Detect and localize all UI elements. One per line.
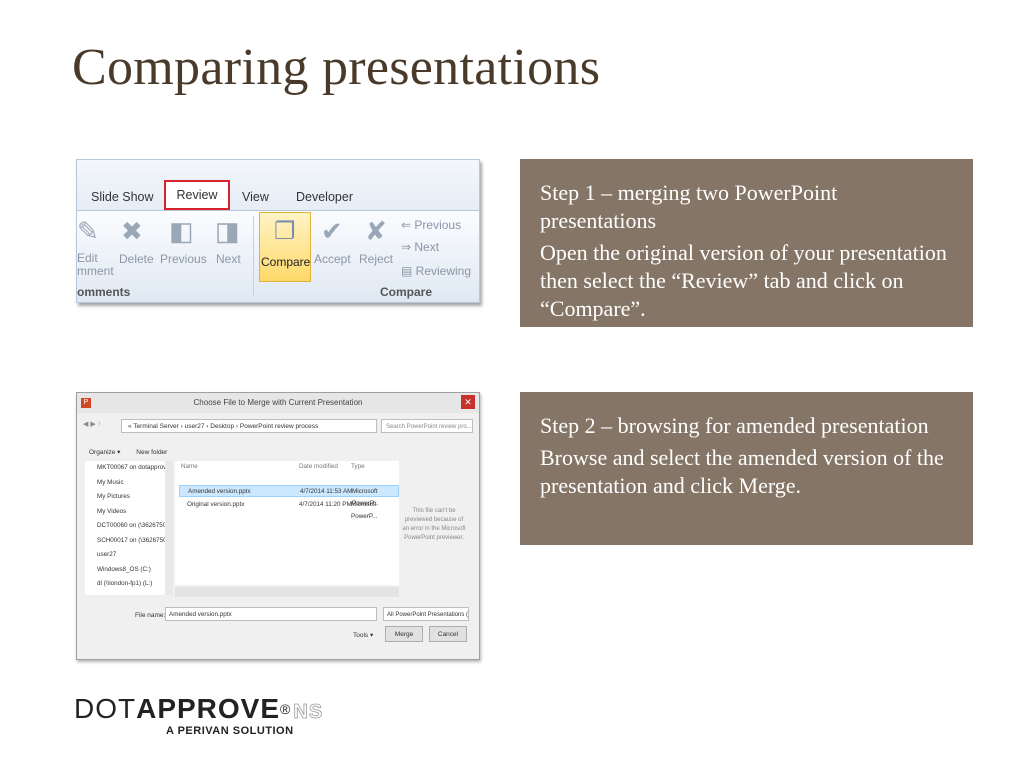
nav-item[interactable]: Windows8_OS (C:)	[85, 563, 173, 578]
ribbon-tab-bar: Slide Show Review View Developer	[77, 160, 479, 210]
merge-file-dialog-screenshot: Choose File to Merge with Current Presen…	[76, 392, 480, 660]
step-1-box: Step 1 – merging two PowerPoint presenta…	[520, 159, 973, 327]
file-list-scrollbar[interactable]	[175, 587, 399, 597]
merge-button[interactable]: Merge	[385, 626, 423, 642]
next-comment-icon: ◨	[215, 216, 240, 246]
close-icon[interactable]: ✕	[461, 395, 475, 409]
search-input[interactable]: Search PowerPoint review pro...	[381, 419, 473, 433]
nav-item[interactable]: My Pictures	[85, 490, 173, 505]
powerpoint-app-icon: P	[81, 398, 91, 408]
navigation-scrollbar[interactable]	[165, 461, 173, 595]
file-type-select[interactable]: All PowerPoint Presentations (*	[383, 607, 469, 621]
previous-change-icon: ⇐	[401, 218, 415, 232]
comments-group-label: omments	[77, 285, 131, 299]
previous-change-button[interactable]: ⇐ Previous	[401, 218, 461, 232]
address-bar[interactable]: « Terminal Server › user27 › Desktop › P…	[121, 419, 377, 433]
next-change-icon: ⇒	[401, 240, 415, 254]
file-row-original[interactable]: Original version.pptx 4/7/2014 11:20 PM …	[179, 499, 399, 520]
column-header-name[interactable]: Name	[181, 463, 198, 470]
step-2-description: Browse and select the amended version of…	[540, 445, 944, 498]
nav-item[interactable]: dl (\\london-fp1) (L:)	[85, 577, 173, 592]
next-comment-button[interactable]: Next	[216, 252, 241, 266]
review-ribbon-screenshot: Slide Show Review View Developer ✎ Edit …	[76, 159, 480, 303]
back-forward-icon[interactable]: ◀ ▶ ↑	[83, 420, 101, 428]
slide-title: Comparing presentations	[72, 39, 601, 96]
edit-comment-button[interactable]: Edit mment	[77, 252, 114, 278]
step-2-heading: Step 2 – browsing for amended presentati…	[540, 413, 929, 438]
compare-button[interactable]: ❐ Compare	[259, 212, 311, 282]
logo-dot: DOT	[74, 693, 137, 724]
tools-button[interactable]: Tools ▾	[353, 631, 373, 639]
preview-message: This file can't be previewed because of …	[402, 508, 466, 541]
column-header-type[interactable]: Type	[351, 463, 365, 470]
nav-item[interactable]: user27	[85, 548, 173, 563]
step-2-box: Step 2 – browsing for amended presentati…	[520, 392, 973, 545]
filename-input[interactable]: Amended version.pptx	[165, 607, 377, 621]
tab-slide-show[interactable]: Slide Show	[91, 190, 154, 204]
logo-approve: APPROVE	[136, 693, 281, 724]
accept-icon: ✔	[321, 216, 343, 246]
column-header-date[interactable]: Date modified	[299, 463, 338, 470]
tab-view[interactable]: View	[242, 190, 269, 204]
delete-comment-icon: ✖	[121, 216, 143, 246]
reviewing-pane-icon: ▤	[401, 264, 416, 278]
delete-comment-button[interactable]: Delete	[119, 252, 154, 266]
nav-item[interactable]: DCT00060 on (\362675090...	[85, 519, 173, 534]
file-row-amended[interactable]: Amended version.pptx 4/7/2014 11:53 AM M…	[179, 485, 399, 507]
logo-registered: ®	[280, 701, 292, 717]
nav-item[interactable]: MKT00067 on dotapprove...	[85, 461, 173, 476]
previous-comment-icon: ◧	[169, 216, 194, 246]
logo-ns: NS	[293, 701, 324, 724]
nav-item[interactable]: SCH00017 on (\362675092...	[85, 534, 173, 549]
file-list: Name Date modified Type Amended version.…	[175, 461, 399, 585]
dialog-toolbar: Organize ▾ New folder	[89, 448, 181, 456]
compare-label: Compare	[261, 255, 311, 269]
new-folder-button[interactable]: New folder	[136, 449, 167, 456]
nav-item[interactable]: My Music	[85, 476, 173, 491]
step-1-heading: Step 1 – merging two PowerPoint presenta…	[540, 180, 838, 233]
compare-icon: ❐	[274, 218, 296, 245]
next-change-button[interactable]: ⇒ Next	[401, 240, 439, 254]
tab-developer[interactable]: Developer	[296, 190, 353, 204]
edit-comment-icon: ✎	[77, 216, 99, 246]
reviewing-pane-button[interactable]: ▤ Reviewing	[401, 264, 471, 278]
reject-button[interactable]: Reject	[359, 252, 393, 266]
dotapprove-logo: DOTAPPROVE® NS A PERIVAN SOLUTION	[74, 693, 324, 738]
cancel-button[interactable]: Cancel	[429, 626, 467, 642]
navigation-pane: MKT00067 on dotapprove... My Music My Pi…	[85, 461, 173, 595]
accept-button[interactable]: Accept	[314, 252, 351, 266]
step-1-description: Open the original version of your presen…	[540, 240, 947, 321]
reject-icon: ✘	[365, 216, 387, 246]
nav-item[interactable]: My Videos	[85, 505, 173, 520]
compare-group-label: Compare	[380, 285, 433, 299]
ribbon-group-separator	[253, 216, 254, 296]
previous-comment-button[interactable]: Previous	[160, 252, 207, 266]
dialog-title: Choose File to Merge with Current Presen…	[77, 393, 479, 413]
filename-label: File name:	[135, 612, 166, 619]
tab-review[interactable]: Review	[164, 180, 230, 210]
organize-button[interactable]: Organize ▾	[89, 449, 120, 456]
